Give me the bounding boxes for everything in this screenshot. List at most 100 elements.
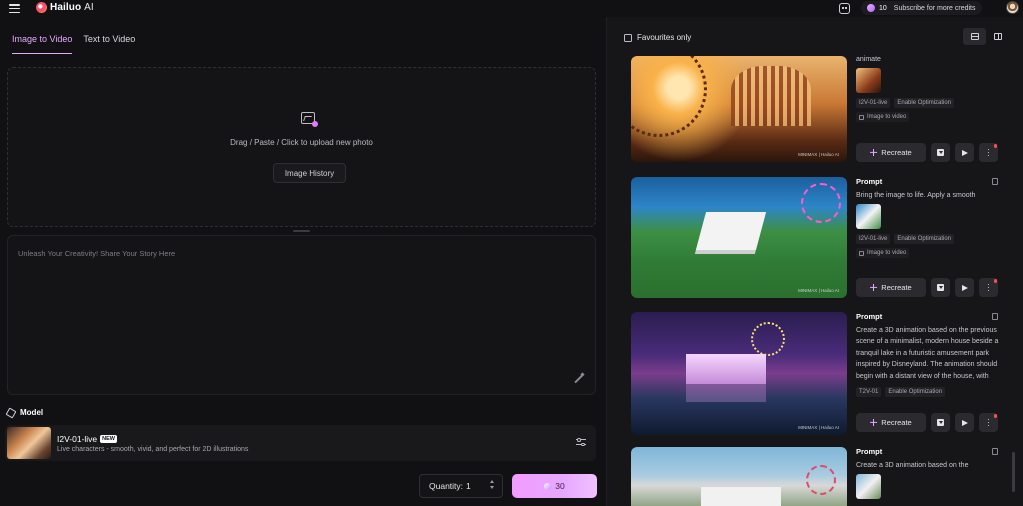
model-thumbnail	[7, 427, 51, 459]
image-icon	[859, 250, 864, 256]
logo-text: Hailuo	[50, 2, 82, 13]
view-toggle	[963, 28, 1013, 45]
settings-sliders-icon[interactable]	[576, 438, 586, 447]
list-view-icon	[970, 33, 979, 40]
menu-icon[interactable]	[9, 4, 20, 13]
creation-panel: Image to Video Text to Video Drag / Past…	[0, 17, 606, 506]
optimization-tag: Enable Optimization	[885, 387, 946, 397]
model-description: Live characters - smooth, vivid, and per…	[57, 446, 249, 453]
share-button[interactable]	[955, 143, 974, 162]
resize-handle[interactable]	[293, 230, 310, 232]
scrollbar[interactable]	[1012, 452, 1015, 492]
credits-count: 10	[879, 4, 887, 12]
checkbox-icon	[624, 33, 632, 42]
prompt-title: Prompt	[856, 177, 883, 186]
quantity-value: 1	[466, 481, 471, 491]
image-upload-area[interactable]: Drag / Paste / Click to upload new photo…	[7, 67, 596, 227]
video-thumbnail[interactable]	[631, 447, 847, 506]
recreate-button[interactable]: Recreate	[856, 143, 926, 162]
sparkle-icon	[870, 419, 877, 426]
split-view-icon	[993, 33, 1002, 40]
prompt-text: Create a 3D animation based on the previ…	[856, 327, 999, 380]
more-button[interactable]	[979, 413, 998, 432]
hailuo-logo-icon	[36, 2, 47, 13]
video-thumbnail[interactable]: MINIMAX | Hailuo AI	[631, 312, 847, 435]
quantity-label: Quantity:	[429, 481, 464, 491]
card-actions: Recreate	[856, 278, 998, 297]
share-icon	[961, 419, 968, 426]
model-name: I2V-01-live	[57, 434, 98, 444]
download-icon	[937, 149, 944, 156]
generate-button[interactable]: 30	[512, 474, 597, 498]
share-button[interactable]	[955, 278, 974, 297]
share-button[interactable]	[955, 413, 974, 432]
model-tag: I2V-01-live	[856, 234, 891, 245]
download-button[interactable]	[931, 413, 950, 432]
assistant-icon[interactable]	[839, 3, 850, 14]
source-image-thumbnail[interactable]	[856, 68, 881, 94]
stepper-arrows-icon[interactable]	[490, 480, 494, 489]
share-icon	[961, 284, 968, 291]
image-history-button[interactable]: Image History	[273, 163, 346, 183]
tab-text-to-video[interactable]: Text to Video	[83, 34, 135, 54]
magic-wand-icon[interactable]	[574, 374, 583, 383]
card-actions: Recreate	[856, 143, 998, 162]
card-actions: Recreate	[856, 413, 998, 432]
download-button[interactable]	[931, 278, 950, 297]
more-icon	[987, 418, 990, 427]
model-section-label: Model	[5, 407, 44, 418]
notification-dot	[993, 144, 997, 148]
watermark: MINIMAX | Hailuo AI	[798, 152, 839, 157]
prompt-text: animate	[856, 56, 881, 63]
credit-gem-icon	[867, 4, 875, 12]
split-view-button[interactable]	[986, 28, 1009, 45]
video-thumbnail[interactable]: MINIMAX | Hailuo AI	[631, 177, 847, 298]
watermark: MINIMAX | Hailuo AI	[798, 288, 839, 293]
recreate-button[interactable]: Recreate	[856, 413, 926, 432]
sparkle-icon	[870, 284, 877, 291]
model-tag: T2V-01	[856, 387, 882, 397]
mode-tag: Image to video	[856, 248, 910, 259]
logo[interactable]: Hailuo AI	[36, 2, 94, 13]
list-view-button[interactable]	[963, 28, 986, 45]
prompt-title: Prompt	[856, 312, 883, 321]
model-tag: I2V-01-live	[856, 98, 891, 109]
watermark: MINIMAX | Hailuo AI	[798, 425, 839, 430]
mode-tabs: Image to Video Text to Video	[12, 34, 135, 54]
generation-card: MINIMAX | Hailuo AI Prompt Bring the ima…	[631, 177, 1011, 298]
prompt-box	[7, 235, 596, 395]
video-thumbnail[interactable]: MINIMAX | Hailuo AI	[631, 56, 847, 162]
optimization-tag: Enable Optimization	[894, 98, 955, 109]
download-icon	[937, 419, 944, 426]
more-button[interactable]	[979, 278, 998, 297]
credits-button[interactable]: 10 Subscribe for more credits	[861, 1, 982, 15]
prompt-input[interactable]	[18, 249, 578, 258]
notification-dot	[993, 414, 997, 418]
optimization-tag: Enable Optimization	[894, 234, 955, 245]
sparkle-icon	[870, 149, 877, 156]
download-button[interactable]	[931, 143, 950, 162]
source-image-thumbnail[interactable]	[856, 474, 881, 500]
mode-tag: Image to video	[856, 112, 910, 123]
recreate-button[interactable]: Recreate	[856, 278, 926, 297]
prompt-title: Prompt	[856, 447, 883, 456]
quantity-stepper[interactable]: Quantity: 1	[419, 474, 503, 498]
avatar[interactable]	[1006, 1, 1019, 14]
more-icon	[987, 148, 990, 157]
generation-card: MINIMAX | Hailuo AI Prompt Create a 3D a…	[631, 312, 1011, 435]
more-button[interactable]	[979, 143, 998, 162]
cube-icon	[5, 407, 17, 418]
tab-image-to-video[interactable]: Image to Video	[12, 34, 73, 54]
subscribe-label: Subscribe for more credits	[893, 4, 976, 12]
model-label-text: Model	[20, 408, 44, 417]
generate-cost: 30	[555, 481, 565, 491]
share-icon	[961, 149, 968, 156]
image-icon	[859, 114, 864, 120]
model-selector[interactable]: I2V-01-live NEW Live characters - smooth…	[5, 425, 596, 461]
source-image-thumbnail[interactable]	[856, 204, 881, 230]
favourites-toggle[interactable]: Favourites only	[624, 33, 691, 42]
prompt-text: Create a 3D animation based on the	[856, 462, 969, 469]
top-bar: Hailuo AI 10 Subscribe for more credits	[0, 0, 1023, 17]
new-badge: NEW	[100, 435, 118, 443]
credit-gem-icon	[544, 482, 552, 490]
